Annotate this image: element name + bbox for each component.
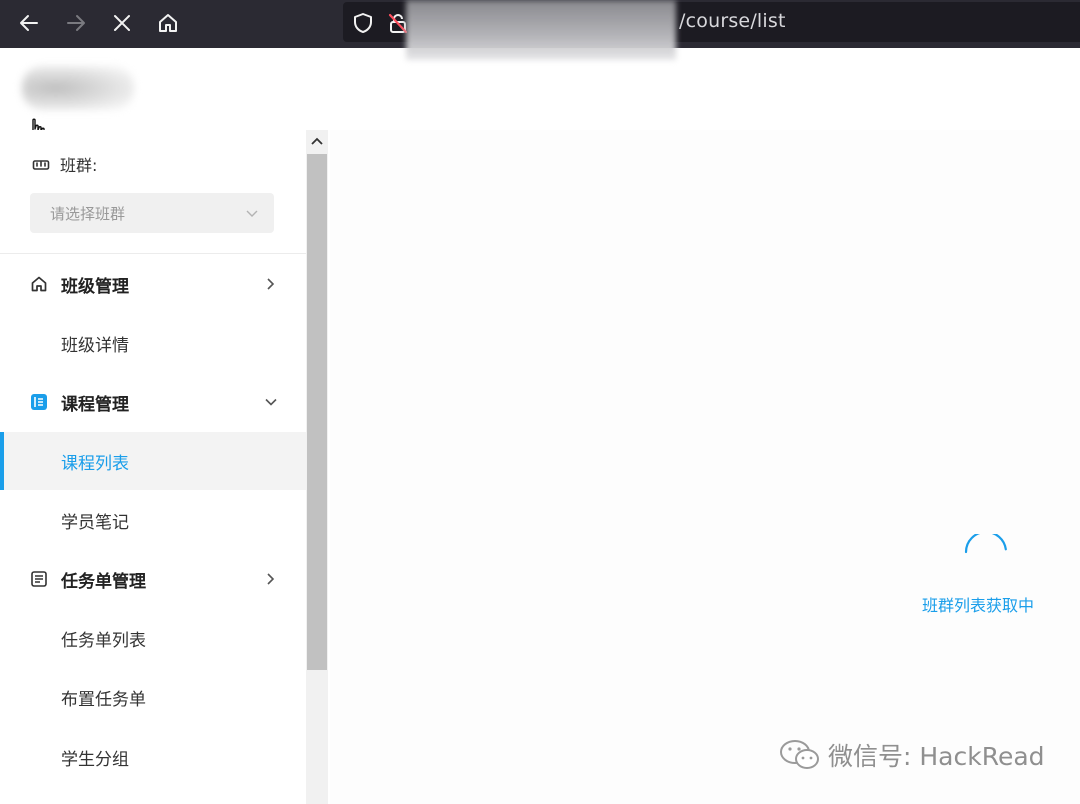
- stop-loading-button[interactable]: [104, 6, 140, 40]
- watermark: 微信号: HackRead: [778, 737, 1045, 773]
- main-content: [330, 130, 1080, 804]
- loading-spinner-icon: [964, 534, 1008, 554]
- close-icon: [114, 15, 130, 31]
- redacted-url-region: [406, 0, 676, 60]
- class-select-placeholder: 请选择班群: [50, 205, 126, 223]
- sidebar-item-label: 班级详情: [61, 336, 129, 356]
- sidebar-item-class-details[interactable]: 班级详情: [0, 314, 306, 372]
- scroll-up-button[interactable]: [306, 131, 328, 151]
- class-group-label-text: 班群:: [60, 156, 98, 175]
- sidebar-group-class-management[interactable]: 班级管理: [0, 255, 306, 313]
- task-sheet-icon: [31, 571, 47, 587]
- browser-toolbar: /course/list: [0, 0, 1080, 60]
- forward-arrow-icon: [67, 15, 85, 31]
- course-book-icon: [31, 394, 47, 410]
- sidebar-item-label: 课程列表: [61, 454, 129, 474]
- wechat-icon: [780, 740, 819, 769]
- forward-button[interactable]: [58, 6, 94, 40]
- home-button[interactable]: [150, 6, 186, 40]
- home-icon: [31, 276, 47, 292]
- back-button[interactable]: [11, 6, 47, 40]
- sidebar-item-label: 布置任务单: [61, 690, 146, 710]
- sidebar-item-course-list[interactable]: 课程列表: [0, 432, 306, 490]
- chevron-right-icon: [267, 278, 275, 290]
- sidebar-item-student-notes[interactable]: 学员笔记: [0, 491, 306, 549]
- sidebar-group-label: 班级管理: [61, 277, 129, 297]
- sidebar-item-student-groups[interactable]: 学生分组: [0, 728, 306, 786]
- back-arrow-icon: [20, 15, 38, 31]
- sidebar-group-label: 课程管理: [61, 395, 129, 415]
- loading-text: 班群列表获取中: [922, 596, 1035, 615]
- chevron-down-icon: [265, 398, 277, 406]
- sidebar-group-task-sheet-management[interactable]: 任务单管理: [0, 550, 306, 608]
- crown-icon: [32, 160, 50, 170]
- shield-icon[interactable]: [352, 12, 374, 34]
- sidebar-divider: [0, 253, 306, 254]
- chevron-right-icon: [267, 573, 275, 585]
- chevron-up-icon: [311, 137, 323, 145]
- url-text[interactable]: /course/list: [679, 10, 786, 32]
- sidebar-item-label: 任务单列表: [61, 631, 146, 651]
- active-indicator: [0, 432, 4, 490]
- sidebar-group-label: 任务单管理: [61, 572, 146, 592]
- blurred-logo[interactable]: [22, 66, 134, 110]
- class-group-select[interactable]: 请选择班群: [30, 193, 274, 233]
- sidebar-item-assign-task-sheet[interactable]: 布置任务单: [0, 668, 306, 726]
- home-icon: [159, 14, 177, 32]
- chevron-down-icon: [246, 210, 258, 217]
- sidebar-group-course-management[interactable]: 课程管理: [0, 373, 306, 431]
- sidebar-item-label: 学员笔记: [61, 513, 129, 533]
- watermark-text: 微信号: HackRead: [828, 742, 1045, 771]
- sidebar-item-label: 学生分组: [61, 750, 129, 770]
- sidebar-scrollbar-thumb[interactable]: [307, 154, 327, 670]
- class-group-label: 班群:: [32, 152, 97, 176]
- sidebar-item-task-sheet-list[interactable]: 任务单列表: [0, 609, 306, 667]
